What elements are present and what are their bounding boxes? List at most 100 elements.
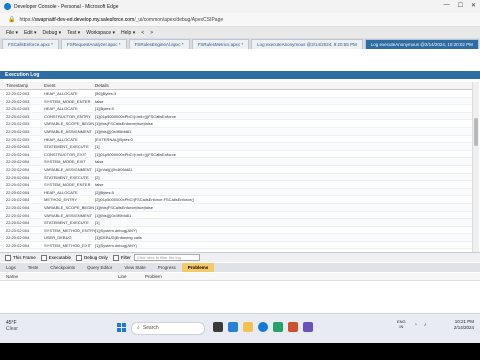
table-row[interactable]: 22:20:02:004 SYSTEM_MODE_ENTER false: [0, 181, 472, 189]
cell-timestamp: 22:20:02:003: [6, 136, 30, 142]
table-row[interactable]: 22:20:02:003 VARIABLE_ASSIGNMENT [1]|this|…: [0, 127, 472, 136]
minimize-icon[interactable]: —: [444, 2, 450, 9]
table-row[interactable]: 22:20:02:004 SYSTEM_METHOD_EXIT [1]|System…: [0, 242, 472, 250]
table-row[interactable]: 22:20:02:003 HEAP_ALLOCATE [EXTERNAL]|Byte…: [0, 136, 472, 144]
close-icon[interactable]: ✕: [471, 2, 476, 9]
problems-header: Name Line Problem: [0, 273, 480, 281]
tab-problems[interactable]: Problems: [181, 263, 215, 272]
tab-logs[interactable]: Logs: [0, 265, 22, 270]
table-row[interactable]: 22:20:02:003 VARIABLE_SCOPE_BEGIN [1]|this…: [0, 120, 472, 128]
executable-checkbox[interactable]: [40, 254, 47, 261]
back-button[interactable]: <: [141, 30, 144, 36]
problems-col-name[interactable]: Name: [6, 274, 18, 279]
problems-col-line[interactable]: Line: [118, 274, 127, 279]
table-row[interactable]: 22:20:02:003 SYSTEM_MODE_ENTER false: [0, 97, 472, 106]
table-row[interactable]: 22:20:02:004 CONSTRUCTOR_EXIT [1]|01p50000…: [0, 151, 472, 159]
cell-details: [1]|this|{}|0x4f0fdd81: [95, 128, 132, 134]
search-icon: ⌕: [137, 325, 140, 331]
task-view-icon[interactable]: [213, 322, 223, 332]
tab-progress[interactable]: Progress: [152, 265, 182, 270]
menu-help[interactable]: Help ▾: [121, 30, 135, 36]
table-row[interactable]: 22:20:02:003 HEAP_ALLOCATE [1]|Bytes:5: [0, 105, 472, 113]
weather-widget[interactable]: 45°F Clear: [6, 320, 18, 332]
taskbar-search[interactable]: ⌕ Search: [131, 322, 205, 335]
tab-fscallsenforce[interactable]: FSCallsEnforce.apxc *: [2, 39, 60, 49]
filter-bar: This Frame Executable Debug Only Filter …: [0, 252, 480, 262]
table-row[interactable]: 22:20:02:004 METHOD_ENTRY [2]|01p5000000xP…: [0, 196, 472, 204]
cell-timestamp: 22:20:02:004: [6, 212, 30, 218]
tab-checkpoints[interactable]: Checkpoints: [44, 265, 81, 270]
lock-icon[interactable]: 🔒: [8, 16, 15, 23]
wifi-icon[interactable]: ◔: [414, 322, 417, 328]
tab-fsrulesmetrics[interactable]: FSRulesMetrics.apxc *: [191, 39, 250, 49]
cell-event: STATEMENT_EXECUTE: [44, 174, 89, 180]
window-controls: — ☐ ✕: [444, 2, 476, 9]
cell-details: [1]|System.debug(ANY): [95, 227, 137, 233]
filter-checkbox[interactable]: [112, 254, 119, 261]
column-details[interactable]: Details: [95, 83, 109, 88]
office-icon[interactable]: [288, 322, 298, 332]
table-row[interactable]: 22:20:02:003 STATEMENT_EXECUTE [1]: [0, 143, 472, 151]
tab-fsrulesengine[interactable]: FSRulesEngineAl.apxc *: [128, 39, 190, 49]
file-explorer-icon[interactable]: [243, 322, 253, 332]
tab-log-2[interactable]: Log executeAnonymous @2/14/2024, 10:20:0…: [364, 39, 479, 49]
table-row[interactable]: 22:20:02:004 SYSTEM_MODE_EXIT false: [0, 158, 472, 166]
maximize-icon[interactable]: ☐: [458, 2, 463, 9]
tab-query-editor[interactable]: Query Editor: [81, 265, 118, 270]
table-row[interactable]: 22:20:02:004 HEAP_ALLOCATE [2]|Bytes:5: [0, 188, 472, 197]
table-row[interactable]: 22:20:02:004 STATEMENT_EXECUTE [2]: [0, 173, 472, 182]
log-scrollbar[interactable]: [472, 82, 479, 252]
teams-icon[interactable]: [303, 322, 313, 332]
search-label: Search: [142, 325, 159, 331]
scrollbar-thumb[interactable]: [474, 118, 478, 146]
menu-debug[interactable]: Debug ▾: [42, 30, 61, 36]
tab-log-1[interactable]: Log executeAnonymous @2/14/2024, 9:20:55…: [251, 39, 363, 49]
edge-taskbar-icon[interactable]: [258, 322, 268, 332]
table-row[interactable]: 22:20:02:004 USER_DEBUG [1]|DEBUG|Enforcin…: [0, 234, 472, 242]
cell-timestamp: 22:20:02:004: [6, 197, 30, 203]
execution-log-title: Execution Log: [0, 71, 480, 79]
menu-workspace[interactable]: Workspace ▾: [86, 30, 115, 36]
cell-event: VARIABLE_ASSIGNMENT: [44, 128, 92, 134]
cell-details: [EXTERNAL]|Bytes:0: [95, 136, 133, 142]
cell-details: [1]: [95, 220, 100, 226]
cell-event: HEAP_ALLOCATE: [44, 91, 78, 96]
cell-details: [1]|DEBUG|Enforcing calls: [95, 235, 142, 241]
table-row[interactable]: 22:20:02:004 VARIABLE_SCOPE_BEGIN [1]|this…: [0, 203, 472, 212]
cell-event: SYSTEM_MODE_ENTER: [44, 98, 91, 104]
column-event[interactable]: Event: [44, 83, 56, 88]
table-row[interactable]: 22:20:02:004 VARIABLE_ASSIGNMENT [1]|this|…: [0, 212, 472, 220]
clock[interactable]: 10:21 PM 2/14/2024: [454, 319, 474, 331]
this-frame-checkbox[interactable]: [5, 254, 11, 261]
volume-icon[interactable]: ♪: [424, 322, 427, 328]
forward-button[interactable]: >: [150, 30, 153, 36]
cell-timestamp: 22:20:02:004: [6, 242, 30, 248]
table-row[interactable]: 22:20:02:004 SYSTEM_METHOD_ENTRY [1]|Syste…: [0, 227, 472, 235]
cell-details: [56]|Bytes:3: [95, 91, 117, 96]
cell-timestamp: 22:20:02:003: [6, 98, 30, 104]
url-text[interactable]: https://swapnaitf-dev-ed.develop.my.sale…: [19, 17, 223, 23]
column-timestamp[interactable]: Timestamp: [6, 83, 28, 88]
menu-edit[interactable]: Edit ▾: [24, 30, 37, 36]
app-icon[interactable]: [273, 322, 283, 332]
cell-timestamp: 22:20:02:004: [6, 220, 30, 226]
filter-input[interactable]: Click here to filter the log: [133, 254, 200, 261]
table-row[interactable]: 22:20:02:003 CONSTRUCTOR_ENTRY [1]|01p5000…: [0, 112, 472, 121]
windows-start-icon[interactable]: [117, 323, 127, 333]
window-title: Developer Console - Personal - Microsoft…: [14, 3, 119, 10]
language-indicator[interactable]: ENG IN: [397, 319, 406, 329]
menu-file[interactable]: File ▾: [6, 30, 18, 36]
tab-view-state[interactable]: View State: [118, 265, 151, 270]
cell-event: SYSTEM_METHOD_EXIT: [44, 242, 92, 248]
tab-tests[interactable]: Tests: [22, 265, 45, 270]
menu-test[interactable]: Test ▾: [67, 30, 80, 36]
debug-only-checkbox[interactable]: [76, 254, 83, 261]
table-row[interactable]: 22:20:02:004 VARIABLE_ASSIGNMENT [1]|cVal|…: [0, 166, 472, 174]
table-row[interactable]: 22:20:02:004 STATEMENT_EXECUTE [1]: [0, 219, 472, 227]
tab-fsrequestanalyzer[interactable]: FSRequestAnalyzer.apxc *: [61, 39, 127, 49]
problems-col-problem[interactable]: Problem: [145, 274, 162, 279]
table-row[interactable]: 22:20:02:003 HEAP_ALLOCATE [56]|Bytes:3: [0, 90, 472, 98]
table-row[interactable]: 22:20:02:004METHOD_EXIT[2]|01p5000000xPb…: [0, 249, 472, 250]
address-bar[interactable]: 🔒 https://swapnaitf-dev-ed.develop.my.sa…: [0, 13, 480, 27]
chat-icon[interactable]: [228, 322, 238, 332]
